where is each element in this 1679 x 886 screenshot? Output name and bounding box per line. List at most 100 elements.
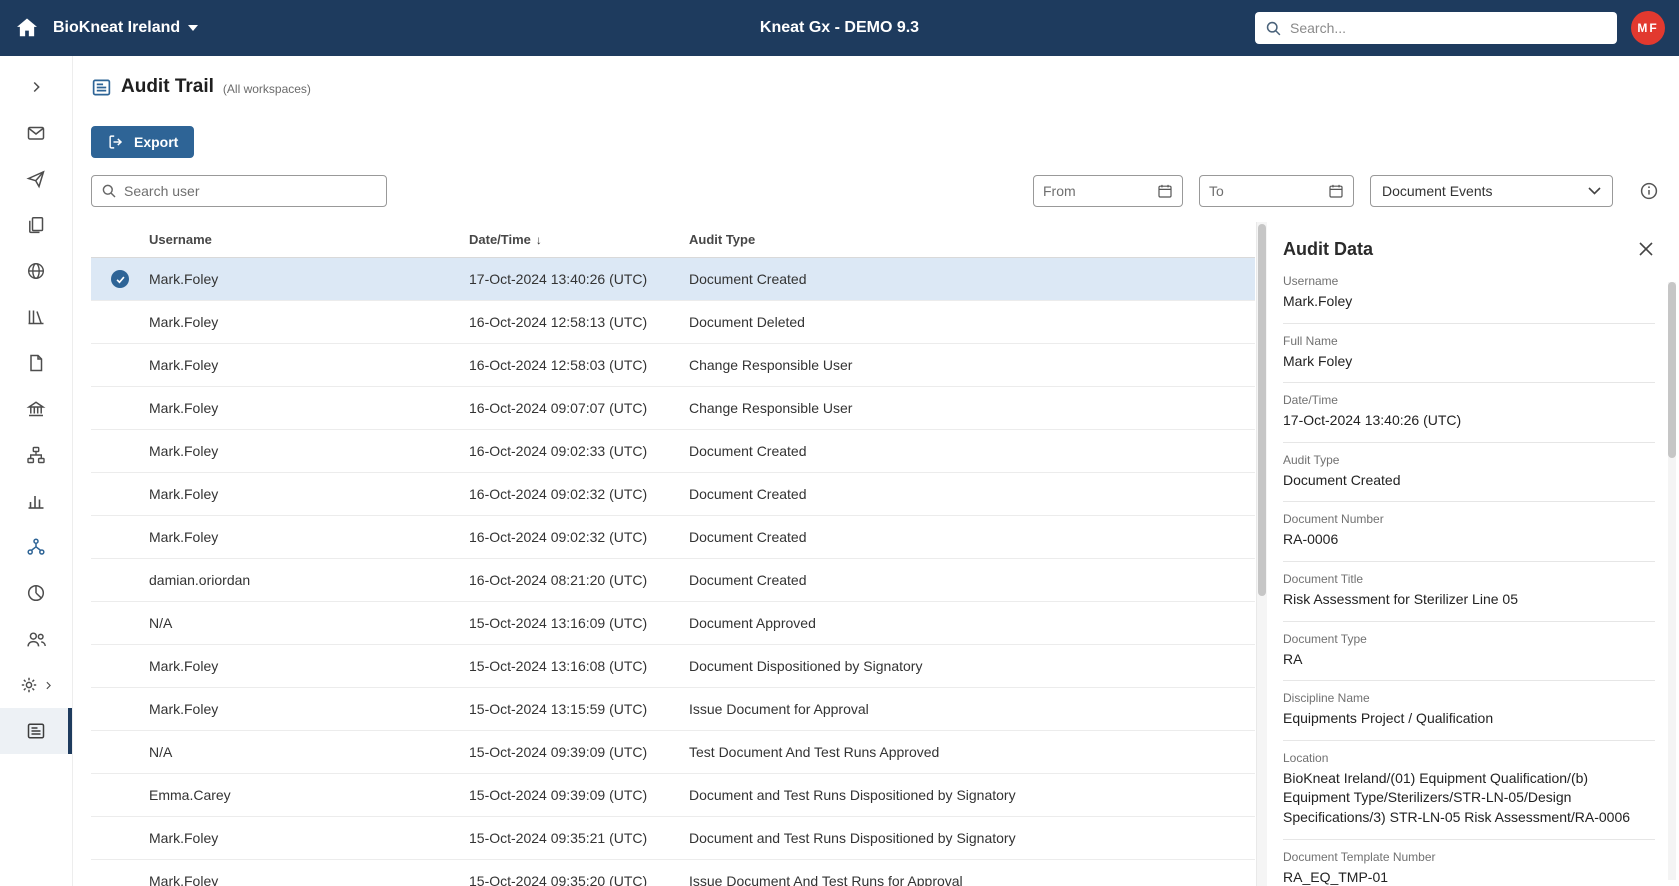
selected-check-icon	[111, 270, 129, 288]
cell-audit-type: Change Responsible User	[689, 357, 853, 373]
sitemap-icon	[27, 446, 45, 464]
main-content: Audit Trail (All workspaces) Export Sear…	[73, 56, 1679, 886]
table-row[interactable]: Mark.Foley 15-Oct-2024 13:16:08 (UTC) Do…	[91, 645, 1255, 688]
audit-data-field: Document Template Number RA_EQ_TMP-01	[1283, 840, 1655, 886]
table-row[interactable]: Mark.Foley 15-Oct-2024 13:15:59 (UTC) Is…	[91, 688, 1255, 731]
cell-datetime: 16-Oct-2024 09:07:07 (UTC)	[469, 400, 648, 416]
cell-username: Mark.Foley	[149, 658, 219, 674]
date-to-field[interactable]	[1199, 175, 1354, 207]
info-button[interactable]	[1639, 181, 1659, 201]
cell-audit-type: Test Document And Test Runs Approved	[689, 744, 940, 760]
audit-table: Username Date/Time ↓ Audit Type Mark.Fol…	[91, 222, 1267, 886]
search-icon	[102, 184, 116, 198]
cell-datetime: 17-Oct-2024 13:40:26 (UTC)	[469, 271, 648, 287]
sidebar-item-settings[interactable]	[0, 662, 72, 708]
date-from-input[interactable]	[1043, 183, 1150, 199]
field-value: 17-Oct-2024 13:40:26 (UTC)	[1283, 412, 1462, 429]
field-value: Document Created	[1283, 471, 1401, 488]
table-scrollbar	[1256, 222, 1267, 886]
sidebar-item-audit-trail[interactable]	[0, 708, 72, 754]
table-row[interactable]: Mark.Foley 16-Oct-2024 09:02:32 (UTC) Do…	[91, 473, 1255, 516]
table-row[interactable]: Mark.Foley 16-Oct-2024 09:02:33 (UTC) Do…	[91, 430, 1255, 473]
export-button[interactable]: Export	[91, 126, 195, 158]
date-from-field[interactable]	[1033, 175, 1183, 207]
field-label: Location	[1283, 750, 1329, 765]
hub-icon	[27, 538, 45, 555]
table-header-row: Username Date/Time ↓ Audit Type	[91, 222, 1255, 258]
audit-data-field: Audit Type Document Created	[1283, 443, 1655, 503]
org-selector[interactable]: BioKneat Ireland	[53, 19, 199, 37]
column-header-username[interactable]: Username	[149, 232, 469, 247]
cell-username: Mark.Foley	[149, 443, 219, 459]
calendar-icon[interactable]	[1328, 183, 1344, 199]
field-label: Document Number	[1283, 512, 1384, 527]
sidebar-item-workflow[interactable]	[0, 432, 72, 478]
field-value: BioKneat Ireland/(01) Equipment Qualific…	[1283, 769, 1631, 825]
sidebar-expand-button[interactable]	[0, 64, 72, 110]
table-row[interactable]: Mark.Foley 16-Oct-2024 12:58:13 (UTC) Do…	[91, 301, 1255, 344]
cell-datetime: 16-Oct-2024 12:58:03 (UTC)	[469, 357, 648, 373]
search-user-field[interactable]	[91, 175, 387, 207]
row-select-cell[interactable]	[91, 270, 149, 288]
cell-audit-type: Document and Test Runs Dispositioned by …	[689, 830, 1016, 846]
cell-username: Mark.Foley	[149, 529, 219, 545]
calendar-icon[interactable]	[1157, 183, 1173, 199]
cell-datetime: 16-Oct-2024 09:02:32 (UTC)	[469, 529, 648, 545]
cell-datetime: 16-Oct-2024 08:21:20 (UTC)	[469, 572, 648, 588]
library-icon	[28, 310, 44, 325]
field-value: Equipments Project / Qualification	[1283, 710, 1494, 727]
sidebar-item-pages[interactable]	[0, 340, 72, 386]
field-label: Document Title	[1283, 571, 1364, 586]
info-icon	[1640, 182, 1658, 200]
close-panel-button[interactable]	[1637, 240, 1655, 258]
cell-username: Mark.Foley	[149, 701, 219, 717]
cell-audit-type: Document Created	[689, 486, 807, 502]
sidebar-item-integrations[interactable]	[0, 524, 72, 570]
cell-audit-type: Issue Document And Test Runs for Approva…	[689, 873, 963, 886]
cell-username: N/A	[149, 615, 173, 631]
panel-scrollbar-thumb[interactable]	[1668, 282, 1676, 458]
table-row[interactable]: Mark.Foley 17-Oct-2024 13:40:26 (UTC) Do…	[91, 258, 1255, 301]
home-button[interactable]	[14, 15, 40, 41]
event-type-select[interactable]: Document Events	[1370, 175, 1613, 207]
cell-audit-type: Document Created	[689, 572, 807, 588]
column-header-datetime[interactable]: Date/Time ↓	[469, 232, 689, 247]
table-row[interactable]: Mark.Foley 16-Oct-2024 09:07:07 (UTC) Ch…	[91, 387, 1255, 430]
org-name: BioKneat Ireland	[53, 19, 181, 36]
table-row[interactable]: Mark.Foley 16-Oct-2024 12:58:03 (UTC) Ch…	[91, 344, 1255, 387]
panel-title: Audit Data	[1283, 238, 1373, 259]
cell-username: Mark.Foley	[149, 271, 219, 287]
chevron-down-icon	[1588, 187, 1601, 195]
search-user-input[interactable]	[124, 183, 377, 199]
column-header-audit-type[interactable]: Audit Type	[689, 232, 1255, 247]
sidebar-item-organization[interactable]	[0, 386, 72, 432]
field-value: RA_EQ_TMP-01	[1283, 868, 1389, 885]
table-row[interactable]: Mark.Foley 16-Oct-2024 09:02:32 (UTC) Do…	[91, 516, 1255, 559]
sidebar-item-users[interactable]	[0, 616, 72, 662]
icon-sidebar	[0, 56, 73, 886]
sidebar-item-library[interactable]	[0, 294, 72, 340]
sidebar-item-analytics[interactable]	[0, 570, 72, 616]
search-icon	[1266, 21, 1281, 35]
date-to-input[interactable]	[1209, 183, 1321, 199]
table-row[interactable]: N/A 15-Oct-2024 09:39:09 (UTC) Test Docu…	[91, 731, 1255, 774]
table-row[interactable]: N/A 15-Oct-2024 13:16:09 (UTC) Document …	[91, 602, 1255, 645]
table-row[interactable]: Mark.Foley 15-Oct-2024 09:35:20 (UTC) Is…	[91, 860, 1255, 886]
audit-trail-icon	[27, 723, 45, 739]
cell-username: Mark.Foley	[149, 314, 219, 330]
global-search-input[interactable]	[1290, 20, 1607, 36]
sidebar-item-web[interactable]	[0, 248, 72, 294]
page-title: Audit Trail	[121, 76, 214, 97]
sidebar-item-reports[interactable]	[0, 478, 72, 524]
table-row[interactable]: Emma.Carey 15-Oct-2024 09:39:09 (UTC) Do…	[91, 774, 1255, 817]
audit-table-body: Mark.Foley 17-Oct-2024 13:40:26 (UTC) Do…	[91, 258, 1255, 886]
global-search[interactable]	[1255, 12, 1617, 44]
table-row[interactable]: Mark.Foley 15-Oct-2024 09:35:21 (UTC) Do…	[91, 817, 1255, 860]
table-row[interactable]: damian.oriordan 16-Oct-2024 08:21:20 (UT…	[91, 559, 1255, 602]
cell-datetime: 16-Oct-2024 09:02:32 (UTC)	[469, 486, 648, 502]
sidebar-item-send[interactable]	[0, 156, 72, 202]
user-avatar[interactable]: MF	[1631, 11, 1665, 45]
sidebar-item-documents[interactable]	[0, 202, 72, 248]
table-scrollbar-thumb[interactable]	[1258, 224, 1266, 596]
sidebar-item-inbox[interactable]	[0, 110, 72, 156]
